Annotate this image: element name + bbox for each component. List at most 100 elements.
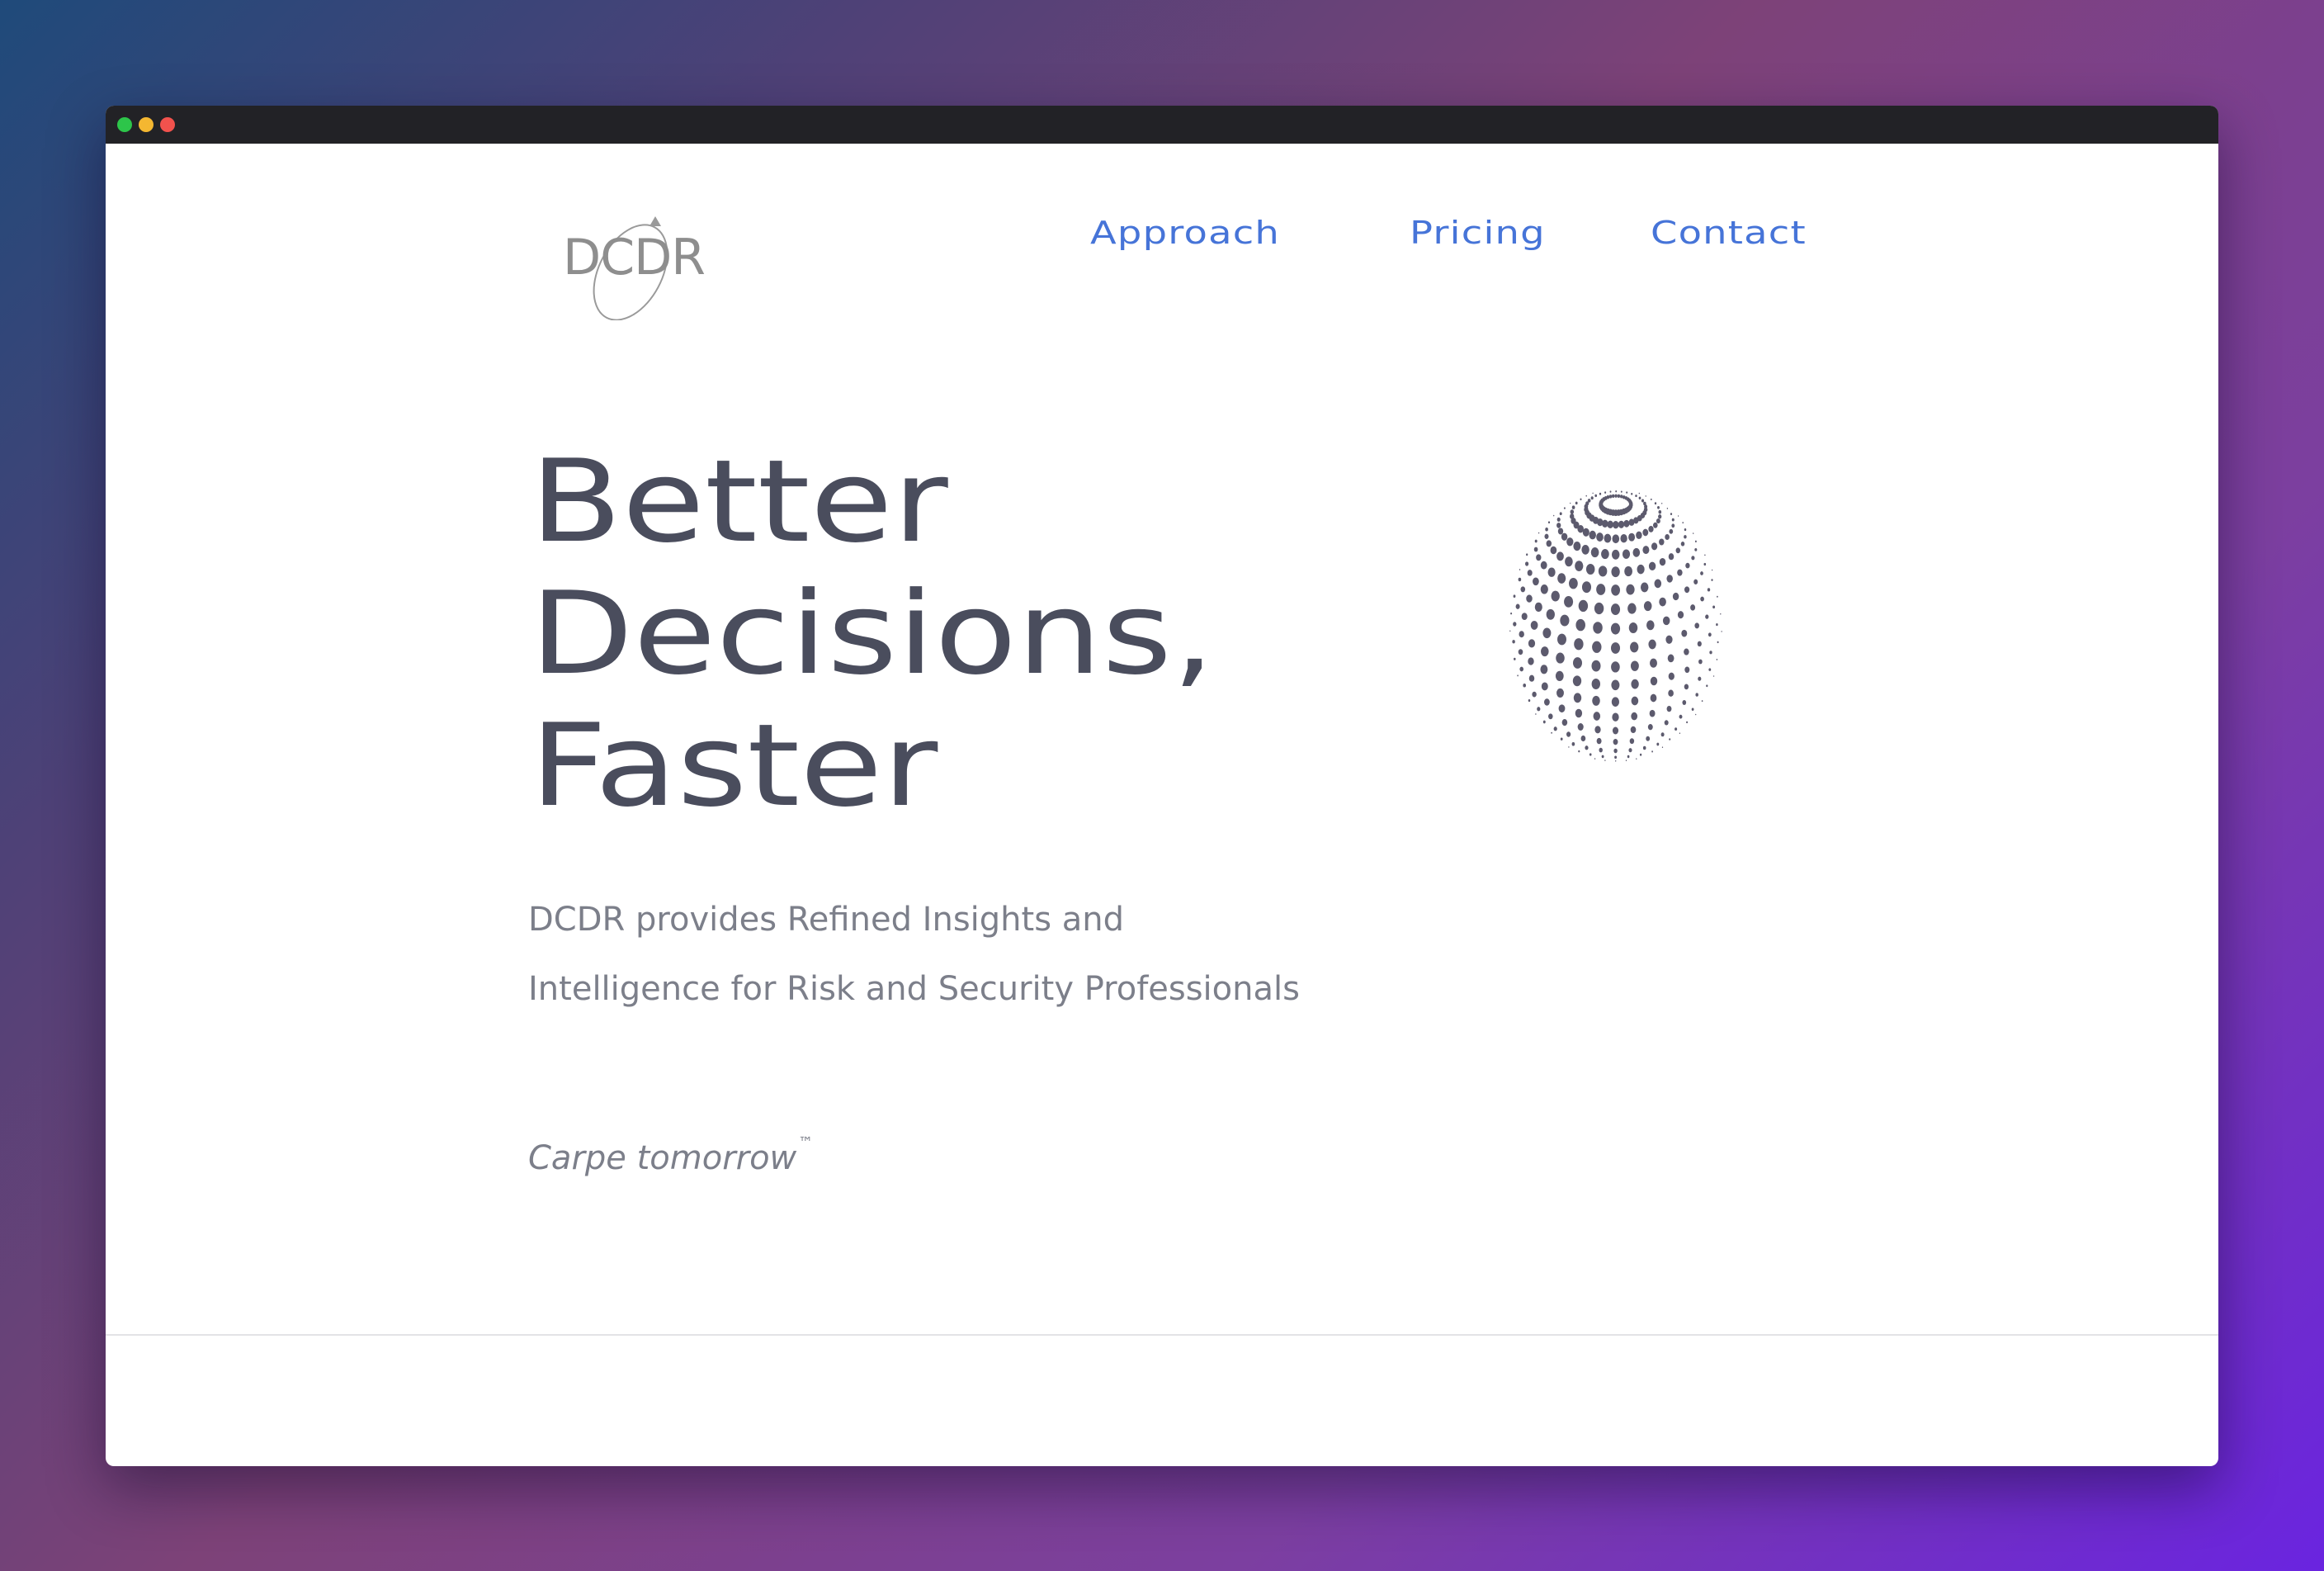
sphere-dot [1623,519,1630,528]
sphere-dot [1701,700,1703,703]
nav-link-approach[interactable]: Approach [1090,211,1280,255]
sphere-dot [1691,707,1694,712]
sphere-dot [1582,528,1589,537]
sphere-dot [1585,563,1595,575]
sphere-dot [1658,514,1662,519]
sphere-dot [1571,505,1575,509]
sphere-dot [1642,546,1650,555]
logo-text: DCDR [563,229,706,286]
sphere-dot [1553,726,1557,731]
sphere-dot [1581,581,1592,594]
sphere-dot [1639,753,1642,756]
sphere-dot [1557,633,1566,646]
window-control-yellow[interactable] [139,117,154,132]
sphere-dot [1648,525,1654,532]
sphere-dot [1662,616,1670,626]
sphere-dot [1641,499,1645,503]
sphere-dot [1613,739,1618,745]
sphere-dot [1533,547,1538,552]
sphere-dot [1530,620,1538,630]
sphere-dot [1602,519,1608,528]
sphere-dot [1601,755,1604,759]
sphere-dot [1509,630,1511,632]
sphere-dot [1593,712,1601,721]
sphere-dot [1556,517,1561,522]
dotted-sphere-icon [1509,490,1722,762]
sphere-dot [1553,514,1555,517]
site-logo[interactable]: DCDR [551,205,708,320]
browser-window: DCDR Approach Pricing Contact Better Dec… [106,106,2218,1466]
window-control-red[interactable] [160,117,175,132]
sphere-dot [1650,658,1657,668]
hero-headline: Better Decisions, Faster [530,436,1215,832]
nav-link-pricing[interactable]: Pricing [1410,211,1546,255]
sphere-dot [1523,684,1527,688]
sphere-dot [1648,561,1656,571]
sphere-dot [1609,490,1612,493]
sphere-dot [1647,724,1653,731]
subtitle-line: Intelligence for Risk and Security Profe… [528,970,1300,1008]
sphere-dot [1695,693,1698,697]
sphere-dot [1693,579,1698,584]
sphere-dot [1540,665,1548,674]
sphere-dot [1526,594,1533,603]
sphere-dot [1517,674,1519,677]
sphere-dot [1648,639,1656,650]
sphere-dot [1581,545,1589,555]
window-control-green[interactable] [117,117,132,132]
sphere-dot [1717,595,1718,598]
sphere-dot [1619,494,1623,499]
sphere-dot [1650,498,1652,501]
sphere-dot [1593,622,1603,634]
sphere-dot [1697,641,1702,647]
sphere-dot [1596,737,1602,745]
sphere-dot [1691,556,1695,561]
sphere-dot [1604,491,1607,494]
sphere-dot [1611,679,1620,691]
sphere-dot [1649,709,1656,717]
sphere-dot [1594,726,1601,734]
sphere-dot [1610,622,1621,635]
sphere-dot [1614,494,1618,498]
sphere-dot [1573,693,1582,703]
sphere-dot [1526,553,1528,556]
sphere-dot [1654,502,1657,505]
sphere-dot [1651,750,1653,753]
sphere-dot [1618,520,1625,528]
sphere-dot [1708,632,1712,637]
sphere-dot [1548,713,1553,720]
sphere-dot [1707,588,1711,592]
sphere-dot [1721,631,1722,632]
sphere-dot [1615,759,1617,762]
sphere-dot [1627,603,1637,614]
sphere-dot [1631,696,1639,706]
nav-link-contact[interactable]: Contact [1651,211,1807,255]
sphere-dot [1608,494,1613,499]
sphere-dot [1694,540,1697,543]
sphere-dot [1577,723,1584,731]
sphere-dot [1681,629,1688,637]
sphere-dot [1684,648,1689,655]
sphere-dot [1575,708,1583,718]
window-title-bar [106,106,2218,144]
sphere-dot [1574,638,1584,651]
sphere-dot [1585,745,1589,750]
sphere-dot [1610,642,1621,654]
sphere-dot [1550,546,1557,555]
sphere-dot [1666,705,1672,712]
sphere-dot [1631,712,1638,721]
sphere-dot [1570,509,1575,514]
sphere-dot [1594,602,1604,615]
sphere-dot [1540,584,1548,594]
sphere-dot [1668,553,1675,561]
sphere-dot [1665,533,1670,541]
sphere-dot [1580,498,1582,501]
sphere-dot [1711,579,1713,581]
sphere-dot [1658,509,1662,514]
sphere-dot [1551,731,1552,734]
sphere-dot [1677,515,1679,517]
sphere-dot [1585,494,1587,497]
sphere-dot [1642,528,1649,537]
sphere-dot [1685,562,1690,569]
sphere-dot [1575,501,1578,505]
